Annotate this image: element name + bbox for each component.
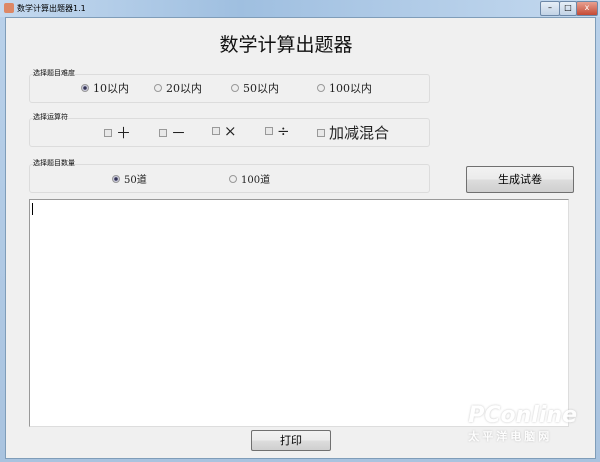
option-label: 加减混合 (329, 124, 390, 142)
checkbox-icon (159, 128, 167, 137)
minimize-button[interactable]: – (540, 1, 560, 16)
checkbox-icon (212, 127, 220, 135)
option-label: 100道 (241, 175, 271, 186)
radio-icon (231, 84, 239, 92)
radio-icon (317, 84, 325, 92)
count-label: 选择题目数量 (33, 159, 75, 167)
generate-button[interactable]: 生成试卷 (466, 166, 574, 193)
option-label: ÷ (277, 122, 290, 140)
radio-icon (154, 84, 162, 92)
difficulty-100[interactable]: 100以内 (317, 80, 372, 96)
difficulty-10[interactable]: 10以内 (81, 80, 129, 96)
difficulty-50[interactable]: 50以内 (231, 80, 279, 96)
count-50[interactable]: 50道 (112, 171, 147, 186)
client-area: 数学计算出题器 选择题目难度 10以内 20以内 50以内 100以内 选择运算… (5, 17, 596, 459)
output-textarea[interactable] (29, 199, 569, 427)
operator-mixed[interactable]: 加减混合 (317, 122, 389, 143)
option-label: 50以内 (243, 82, 279, 95)
option-label: 20以内 (166, 82, 202, 95)
checkbox-icon (265, 127, 273, 135)
radio-icon (112, 174, 120, 183)
difficulty-20[interactable]: 20以内 (154, 80, 202, 96)
operator-minus[interactable]: － (159, 122, 186, 143)
maximize-button[interactable]: □ (559, 1, 577, 16)
app-window: 数学计算出题器1.1 – □ x 数学计算出题器 选择题目难度 10以内 20以… (0, 0, 600, 462)
option-label: 10以内 (93, 82, 129, 95)
operator-plus[interactable]: ＋ (104, 122, 131, 143)
window-title: 数学计算出题器1.1 (17, 4, 86, 13)
print-button[interactable]: 打印 (251, 430, 331, 451)
option-label: ＋ (116, 124, 132, 142)
text-caret (32, 203, 33, 215)
operators-label: 选择运算符 (33, 113, 68, 121)
app-icon (4, 3, 14, 13)
radio-icon (229, 174, 237, 183)
option-label: 50道 (124, 175, 147, 186)
page-title: 数学计算出题器 (219, 34, 353, 56)
radio-icon (81, 84, 89, 92)
watermark-logo: PConline 太平洋电脑网 (468, 403, 577, 444)
option-label: 100以内 (329, 82, 372, 95)
checkbox-icon (317, 128, 325, 137)
watermark-subtext: 太平洋电脑网 (468, 430, 553, 443)
operator-multiply[interactable]: × (212, 122, 237, 140)
operator-divide[interactable]: ÷ (265, 122, 290, 140)
option-label: × (224, 122, 237, 140)
close-button[interactable]: x (576, 1, 598, 16)
checkbox-icon (104, 128, 112, 137)
difficulty-label: 选择题目难度 (33, 69, 75, 77)
count-100[interactable]: 100道 (229, 171, 270, 186)
watermark-text: PConline (468, 403, 577, 428)
title-bar: 数学计算出题器1.1 – □ x (0, 0, 600, 17)
option-label: － (171, 124, 187, 142)
